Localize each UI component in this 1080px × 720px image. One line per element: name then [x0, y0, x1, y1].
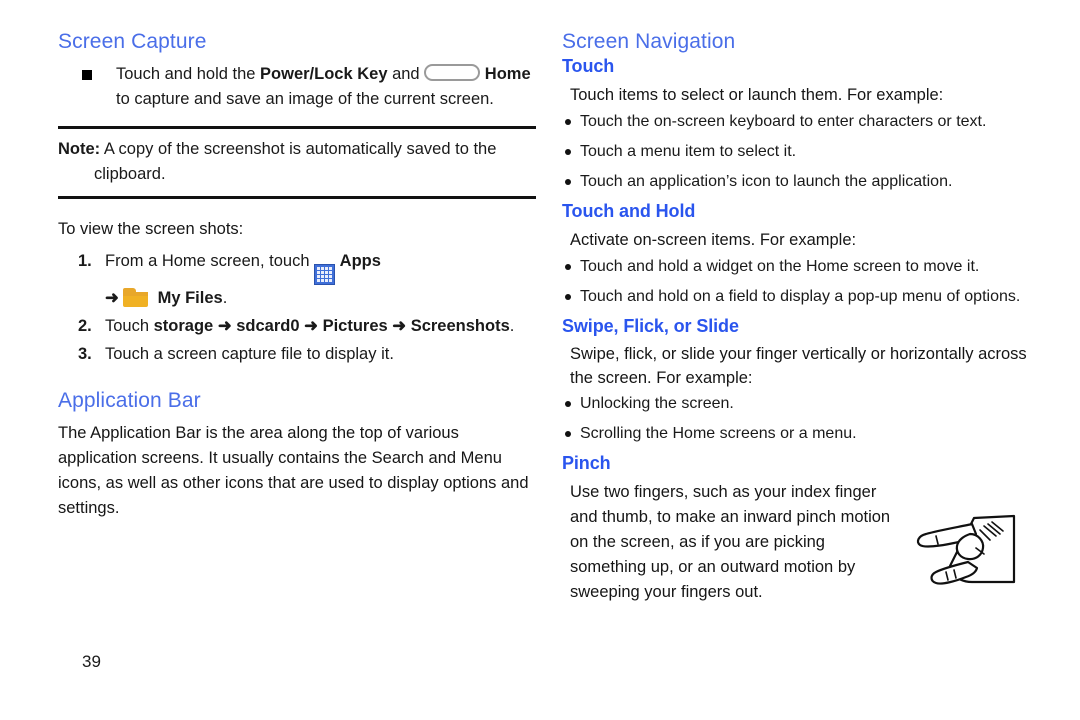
page-title-application-bar: Application Bar	[58, 389, 201, 413]
swipe-bullet-list: Unlocking the screen. Scrolling the Home…	[562, 393, 1032, 445]
page-number: 39	[82, 652, 101, 671]
left-column: Screen Capture Touch and hold the Power/…	[58, 30, 536, 521]
touch-bullet-list: Touch the on-screen keyboard to enter ch…	[562, 111, 1032, 193]
note-label: Note:	[58, 140, 101, 159]
touch-hold-intro: Activate on-screen items. For example:	[570, 230, 857, 249]
step2-arrow-3-icon: ➜	[392, 317, 407, 336]
pictures-label: Pictures	[322, 317, 388, 336]
subheading-pinch: Pinch	[562, 453, 611, 474]
power-lock-key-label: Power/Lock Key	[260, 65, 388, 84]
manual-page: Screen Capture Touch and hold the Power/…	[0, 0, 1080, 720]
list-item: Touch a menu item to select it.	[562, 141, 1032, 163]
note-continuation: clipboard.	[94, 165, 166, 184]
list-item: Touch and hold on a field to display a p…	[562, 286, 1032, 308]
subheading-swipe-flick-slide: Swipe, Flick, or Slide	[562, 315, 739, 336]
pinch-intro: Use two fingers, such as your index fing…	[570, 482, 891, 601]
step-item-1: 1. From a Home screen, touch Apps ➜ My F…	[58, 248, 536, 311]
subheading-touch-and-hold: Touch and Hold	[562, 200, 696, 221]
storage-label: storage	[153, 317, 214, 336]
square-bullet-icon	[82, 70, 92, 81]
step2-arrow-1-icon: ➜	[217, 317, 232, 336]
step-number-1: 1.	[78, 252, 92, 271]
my-files-label: My Files	[157, 289, 223, 308]
step3-text: Touch a screen capture file to display i…	[105, 345, 394, 364]
step-number-2: 2.	[78, 317, 92, 336]
folder-icon	[123, 288, 149, 308]
step1-text-part1: From a Home screen, touch	[105, 252, 315, 271]
view-screenshots-steps: 1. From a Home screen, touch Apps ➜ My F…	[58, 248, 536, 367]
step2-arrow-2-icon: ➜	[304, 317, 318, 336]
view-screenshots-intro: To view the screen shots:	[58, 220, 244, 239]
step-number-3: 3.	[78, 345, 92, 364]
note-rule-bottom	[58, 196, 536, 200]
step-item-2: 2. Touch storage ➜ sdcard0 ➜ Pictures ➜ …	[58, 313, 536, 339]
screen-capture-bullet: Touch and hold the Power/Lock Key and Ho…	[58, 62, 536, 112]
step1-arrow-icon: ➜	[105, 289, 119, 308]
step1-tail: .	[222, 289, 228, 308]
note-block: Note: A copy of the screenshot is automa…	[58, 129, 536, 196]
step2-tail: .	[509, 317, 515, 336]
home-key-icon	[424, 64, 481, 82]
list-item: Unlocking the screen.	[562, 393, 1032, 415]
touch-intro: Touch items to select or launch them. Fo…	[570, 85, 944, 104]
home-label: Home	[484, 65, 531, 84]
list-item: Touch an application’s icon to launch th…	[562, 171, 1032, 193]
bullet-text-line2: to capture and save an image of the curr…	[116, 90, 494, 109]
page-title-screen-navigation: Screen Navigation	[562, 30, 736, 53]
swipe-intro: Swipe, flick, or slide your finger verti…	[570, 345, 1027, 388]
note-text: A copy of the screenshot is automaticall…	[100, 140, 497, 159]
step-item-3: 3. Touch a screen capture file to displa…	[58, 341, 536, 367]
list-item: Scrolling the Home screens or a menu.	[562, 423, 1032, 445]
screenshots-label: Screenshots	[410, 317, 510, 336]
page-title-screen-capture: Screen Capture	[58, 30, 207, 53]
list-item: Touch and hold a widget on the Home scre…	[562, 256, 1032, 278]
apps-grid-icon	[314, 264, 336, 286]
subheading-touch: Touch	[562, 56, 615, 77]
touch-hold-bullet-list: Touch and hold a widget on the Home scre…	[562, 256, 1032, 308]
bullet-text-part2: and	[387, 65, 425, 84]
apps-label: Apps	[339, 252, 381, 271]
list-item: Touch the on-screen keyboard to enter ch…	[562, 111, 1032, 133]
pinch-hand-illustration	[910, 506, 1032, 594]
bullet-text-part1: Touch and hold the	[116, 65, 261, 84]
sdcard0-label: sdcard0	[236, 317, 300, 336]
application-bar-body: The Application Bar is the area along th…	[58, 424, 529, 518]
step2-text-part1: Touch	[105, 317, 154, 336]
note-first-line: Note: A copy of the screenshot is automa…	[58, 137, 536, 162]
